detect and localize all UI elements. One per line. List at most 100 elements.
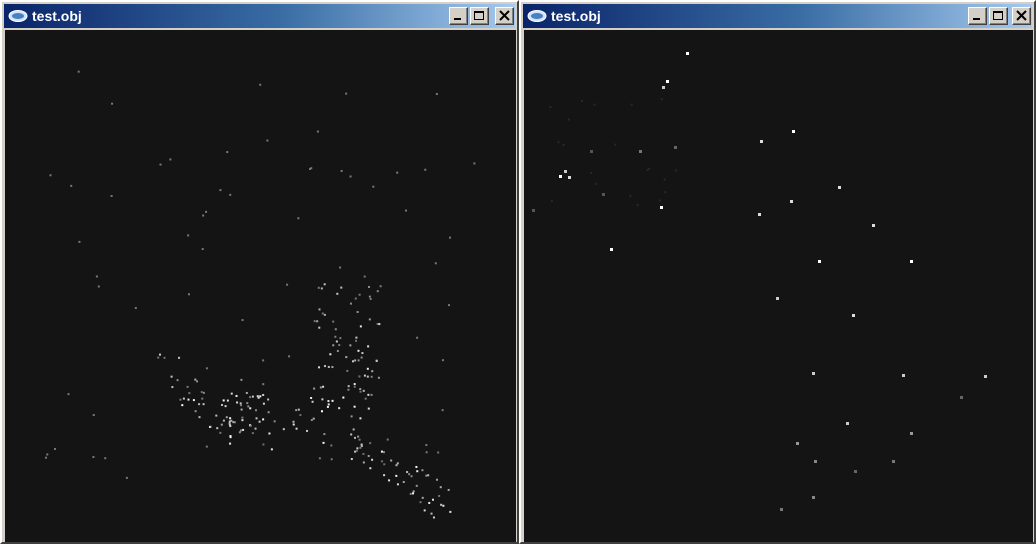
point-mark xyxy=(594,182,597,185)
point-mark xyxy=(359,417,362,420)
point-mark xyxy=(349,175,352,178)
point-mark xyxy=(340,286,343,289)
point-mark xyxy=(562,144,565,147)
point-mark xyxy=(872,224,875,227)
point-mark xyxy=(354,359,357,362)
point-mark xyxy=(198,403,201,406)
point-mark xyxy=(347,388,350,391)
point-mark xyxy=(349,302,352,305)
point-mark xyxy=(329,353,332,356)
point-mark xyxy=(222,419,225,422)
point-mark xyxy=(313,387,316,390)
point-mark xyxy=(111,102,114,105)
point-mark xyxy=(910,260,913,263)
point-mark xyxy=(310,167,313,170)
point-mark xyxy=(441,359,444,362)
point-mark xyxy=(366,367,369,370)
app-icon[interactable] xyxy=(527,9,547,23)
point-mark xyxy=(359,388,362,391)
point-mark xyxy=(219,431,222,434)
close-button[interactable] xyxy=(495,7,514,25)
point-mark xyxy=(317,286,320,289)
point-mark xyxy=(369,467,372,470)
point-mark xyxy=(369,297,372,300)
point-mark xyxy=(255,417,258,420)
point-mark xyxy=(320,410,323,413)
point-mark xyxy=(219,189,222,192)
point-mark xyxy=(353,385,356,388)
minimize-button[interactable] xyxy=(968,7,987,25)
point-mark xyxy=(310,419,313,422)
point-mark xyxy=(262,418,265,421)
left-window-titlebar[interactable]: test.obj xyxy=(4,4,515,28)
point-mark xyxy=(664,191,667,194)
left-window: test.obj xyxy=(0,0,519,544)
point-mark xyxy=(593,103,596,106)
point-mark xyxy=(353,405,356,408)
point-mark xyxy=(428,501,431,504)
point-mark xyxy=(780,508,783,511)
point-mark xyxy=(257,396,260,399)
point-mark xyxy=(229,425,232,428)
point-mark xyxy=(46,453,49,456)
point-mark xyxy=(410,475,413,478)
point-mark xyxy=(549,105,552,108)
maximize-button[interactable] xyxy=(989,7,1008,25)
point-mark xyxy=(67,393,70,396)
viewport-canvas-right[interactable] xyxy=(524,30,1033,542)
viewport-canvas-left[interactable] xyxy=(5,30,516,542)
close-button[interactable] xyxy=(1012,7,1031,25)
app-icon[interactable] xyxy=(8,9,28,23)
point-mark xyxy=(187,234,190,237)
point-mark xyxy=(421,496,424,499)
point-mark xyxy=(266,139,269,142)
point-mark xyxy=(259,83,262,86)
point-mark xyxy=(368,285,371,288)
point-mark xyxy=(330,458,333,461)
point-mark xyxy=(318,326,321,329)
point-mark xyxy=(376,322,379,325)
point-mark xyxy=(171,386,174,389)
point-mark xyxy=(240,408,243,411)
point-mark xyxy=(238,431,241,434)
point-mark xyxy=(232,421,235,424)
point-mark xyxy=(77,70,80,73)
point-mark xyxy=(45,456,48,459)
point-mark xyxy=(297,217,300,220)
point-mark xyxy=(345,92,348,95)
point-mark xyxy=(201,248,204,251)
point-mark xyxy=(318,366,321,369)
point-mark xyxy=(196,380,199,383)
point-mark xyxy=(358,375,361,378)
point-mark xyxy=(339,266,342,269)
point-mark xyxy=(186,385,189,388)
point-mark xyxy=(240,378,243,381)
point-mark xyxy=(262,383,265,386)
point-mark xyxy=(424,168,427,171)
point-mark xyxy=(182,397,185,400)
point-mark xyxy=(306,429,309,432)
point-mark xyxy=(226,399,229,402)
point-mark xyxy=(367,407,370,410)
point-mark xyxy=(163,356,166,359)
point-mark xyxy=(323,313,326,316)
point-mark xyxy=(425,474,428,477)
right-window-titlebar[interactable]: test.obj xyxy=(523,4,1032,28)
point-mark xyxy=(441,409,444,412)
point-mark xyxy=(318,308,321,311)
maximize-button[interactable] xyxy=(470,7,489,25)
point-mark xyxy=(338,344,341,347)
point-mark xyxy=(984,375,987,378)
point-mark xyxy=(340,169,343,172)
point-mark xyxy=(202,214,205,217)
point-mark xyxy=(342,396,345,399)
point-mark xyxy=(326,405,329,408)
point-mark xyxy=(369,442,372,445)
point-mark xyxy=(590,171,593,174)
point-mark xyxy=(590,150,593,153)
point-mark xyxy=(229,193,232,196)
point-mark xyxy=(228,420,231,423)
point-mark xyxy=(331,399,334,402)
minimize-button[interactable] xyxy=(449,7,468,25)
point-mark xyxy=(660,98,663,101)
